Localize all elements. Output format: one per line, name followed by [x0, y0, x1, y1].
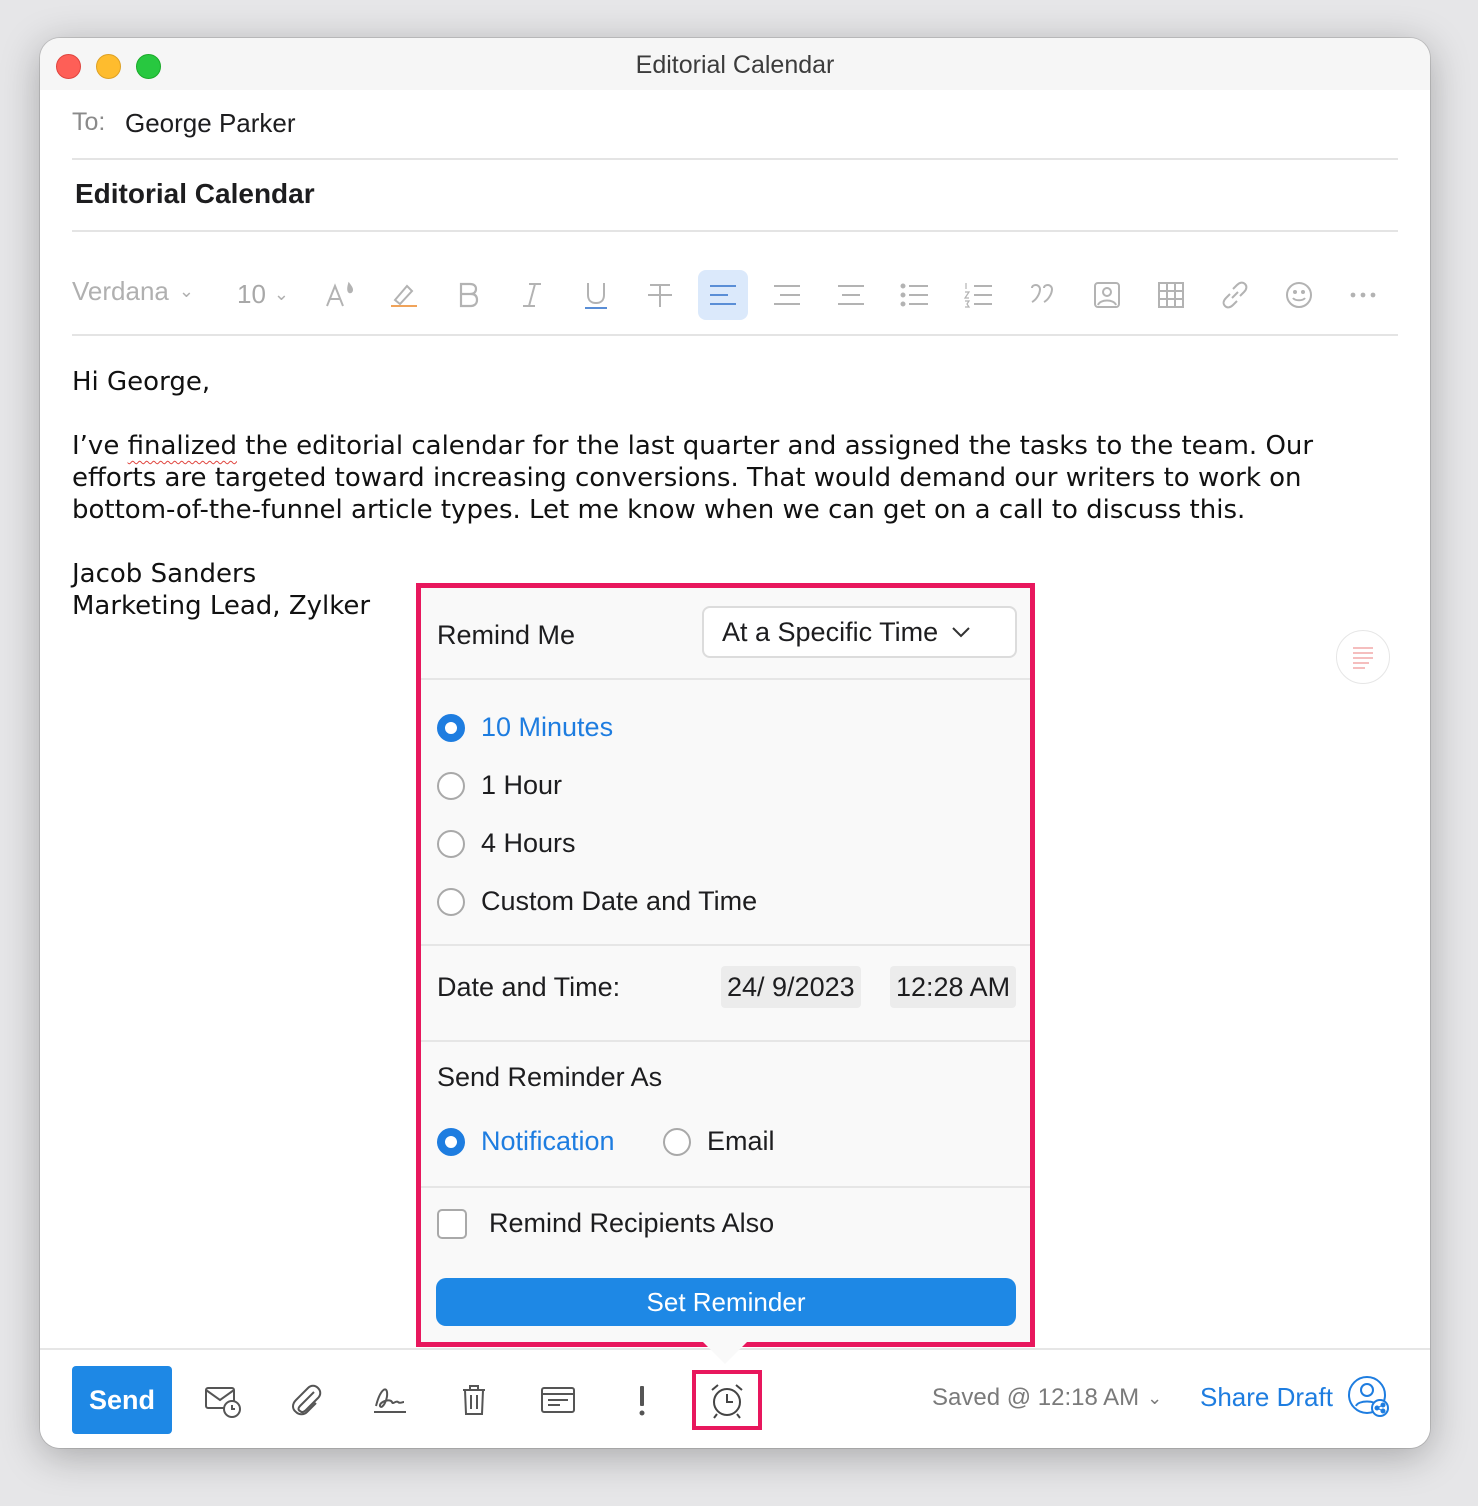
reminder-alarm-icon[interactable] [692, 1370, 762, 1430]
remind-me-label: Remind Me [437, 620, 576, 650]
send-as-email[interactable]: Email [663, 1126, 775, 1157]
greeting: Hi George, [72, 367, 211, 397]
remind-me-value: At a Specific Time [722, 616, 939, 647]
numbered-list-icon[interactable] [954, 270, 1004, 320]
option-label: Custom Date and Time [481, 886, 758, 916]
option-10-minutes[interactable]: 10 Minutes [437, 712, 613, 743]
to-row: To: George Parker [72, 106, 1398, 160]
italic-icon[interactable] [507, 270, 557, 320]
underline-icon[interactable] [571, 270, 621, 320]
align-right-icon[interactable] [826, 270, 876, 320]
option-label: Email [707, 1126, 775, 1156]
subject-row: Editorial Calendar [72, 162, 1398, 232]
remind-recipients-label: Remind Recipients Also [489, 1208, 775, 1238]
option-custom-date-time[interactable]: Custom Date and Time [437, 886, 757, 917]
radio-button[interactable] [663, 1127, 691, 1156]
saved-status-text: Saved @ 12:18 AM [932, 1384, 1140, 1411]
send-button[interactable]: Send [72, 1366, 172, 1434]
option-label: 10 Minutes [481, 712, 614, 742]
remind-recipients-checkbox[interactable] [437, 1208, 467, 1239]
date-time-label: Date and Time: [437, 972, 621, 1002]
popover-pointer [703, 1342, 747, 1364]
saved-status[interactable]: Saved @ 12:18 AM ⌄ [932, 1384, 1162, 1412]
option-4-hours[interactable]: 4 Hours [437, 828, 576, 859]
trash-icon[interactable] [446, 1372, 502, 1428]
align-left-icon[interactable] [698, 270, 748, 320]
chevron-down-icon [952, 627, 970, 638]
date-time-section: Date and Time: 24/ 9/2023 12:28 AM [421, 946, 1030, 1042]
radio-button[interactable] [437, 829, 465, 858]
remind-options-section: 10 Minutes 1 Hour 4 Hours Custom Date an… [421, 680, 1030, 946]
chevron-down-icon: ⌄ [178, 281, 194, 301]
date-field[interactable]: 24/ 9/2023 [721, 966, 861, 1008]
format-toolbar: Verdana ⌄ 10 ⌄ [72, 264, 1398, 336]
subject-input[interactable]: Editorial Calendar [75, 178, 315, 210]
misspelled-word[interactable]: finalized [128, 431, 237, 461]
quote-icon[interactable] [1018, 270, 1068, 320]
share-draft-link[interactable]: Share Draft [1200, 1382, 1333, 1413]
send-as-label: Send Reminder As [437, 1062, 663, 1092]
more-icon[interactable] [1338, 270, 1388, 320]
to-recipient[interactable]: George Parker [125, 108, 296, 139]
bullet-list-icon[interactable] [890, 270, 940, 320]
option-label: 1 Hour [481, 770, 563, 800]
strikethrough-icon[interactable] [635, 270, 685, 320]
title-bar: Editorial Calendar [40, 38, 1430, 90]
chevron-down-icon: ⌄ [273, 284, 290, 304]
highlight-icon[interactable] [379, 270, 429, 320]
option-1-hour[interactable]: 1 Hour [437, 770, 562, 801]
window-title: Editorial Calendar [635, 51, 835, 79]
option-label: 4 Hours [481, 828, 576, 858]
align-center-icon[interactable] [762, 270, 812, 320]
table-icon[interactable] [1146, 270, 1196, 320]
template-icon[interactable] [530, 1372, 586, 1428]
body-text-start: I’ve [72, 431, 128, 461]
remind-me-dropdown[interactable]: At a Specific Time [702, 606, 1017, 658]
reminder-popover: Remind Me At a Specific Time 10 Minutes … [416, 583, 1035, 1347]
radio-button[interactable] [437, 771, 465, 800]
priority-icon[interactable] [614, 1372, 670, 1428]
font-size-select[interactable]: 10 ⌄ [237, 279, 289, 310]
set-reminder-button[interactable]: Set Reminder [436, 1278, 1016, 1326]
send-as-section: Send Reminder As Notification Email [421, 1042, 1030, 1188]
share-draft-icon[interactable] [1346, 1374, 1392, 1420]
bold-icon[interactable] [443, 270, 493, 320]
remind-me-section: Remind Me At a Specific Time [421, 588, 1030, 680]
attachment-icon[interactable] [278, 1372, 334, 1428]
font-size-value: 10 [237, 279, 266, 309]
to-label: To: [72, 108, 106, 136]
signature-icon[interactable] [362, 1372, 418, 1428]
body-paragraph: I’ve finalized the editorial calendar fo… [72, 430, 1372, 526]
radio-button[interactable] [437, 1127, 465, 1156]
grammar-check-icon[interactable] [1336, 630, 1390, 684]
image-icon[interactable] [1082, 270, 1132, 320]
remind-recipients-row[interactable]: Remind Recipients Also [437, 1208, 774, 1239]
font-family-value: Verdana [72, 276, 169, 306]
radio-button[interactable] [437, 713, 465, 742]
chevron-down-icon: ⌄ [1147, 1387, 1163, 1408]
time-field[interactable]: 12:28 AM [890, 966, 1017, 1008]
radio-button[interactable] [437, 887, 465, 916]
schedule-send-icon[interactable] [194, 1372, 250, 1428]
send-as-notification[interactable]: Notification [437, 1126, 615, 1157]
font-size-icon[interactable] [315, 270, 365, 320]
link-icon[interactable] [1210, 270, 1260, 320]
body-text-rest: the editorial calendar for the last quar… [72, 431, 1314, 525]
emoji-icon[interactable] [1274, 270, 1324, 320]
font-family-select[interactable]: Verdana ⌄ [72, 276, 194, 307]
option-label: Notification [481, 1126, 615, 1156]
